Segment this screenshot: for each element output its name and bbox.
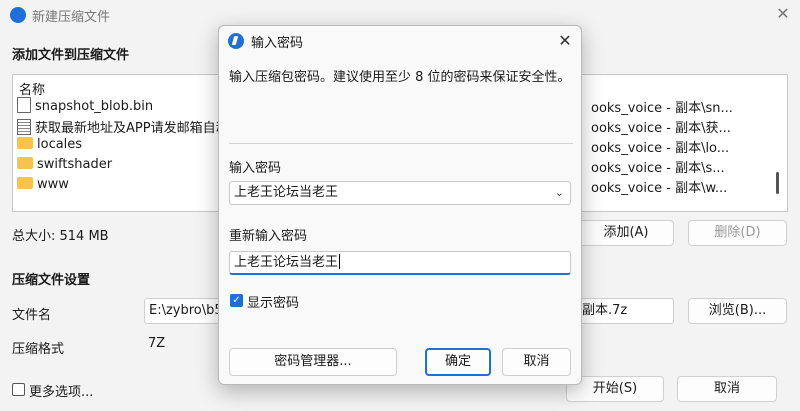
total-size: 总大小: 514 MB (12, 229, 109, 244)
ok-button[interactable]: 确定 (425, 348, 491, 376)
app-logo-icon (10, 7, 26, 23)
filename-input-tail[interactable]: 副本.7z (578, 298, 674, 324)
filename-input[interactable]: E:\zybro\b5 (144, 298, 220, 324)
dialog-title: 输入密码 (251, 36, 304, 51)
delete-button[interactable]: 删除(D) (688, 220, 787, 246)
folder-icon (17, 157, 33, 169)
file-name: www (37, 177, 69, 192)
file-path: ooks_voice - 副本\s... (591, 161, 725, 176)
text-document-icon (17, 119, 31, 135)
document-icon (17, 97, 31, 113)
more-options-label[interactable]: 更多选项... (29, 381, 93, 400)
list-item[interactable]: snapshot_blob.bin (17, 97, 153, 117)
list-item[interactable]: www (17, 177, 69, 197)
column-header-name[interactable]: 名称 (19, 79, 45, 98)
file-name: swiftshader (37, 157, 113, 172)
password-combobox[interactable]: 上老王论坛当老王 ⌄ (229, 181, 571, 205)
confirm-password-value: 上老王论坛当老王 (234, 255, 339, 270)
file-name: snapshot_blob.bin (35, 99, 154, 114)
password-dialog: 输入密码 ✕ 输入压缩包密码。建议使用至少 8 位的密码来保证安全性。 输入密码… (218, 25, 582, 385)
confirm-password-label: 重新输入密码 (229, 229, 308, 244)
filename-label: 文件名 (12, 308, 52, 323)
divider (229, 143, 573, 144)
folder-icon (17, 177, 33, 189)
dialog-close-icon[interactable]: ✕ (555, 31, 575, 51)
list-item[interactable]: swiftshader (17, 157, 112, 177)
file-path: ooks_voice - 副本\sn... (591, 101, 733, 116)
add-files-section-title: 添加文件到压缩文件 (12, 48, 130, 63)
format-label: 压缩格式 (12, 342, 65, 357)
file-name: 获取最新地址及APP请发邮箱自动 (35, 121, 223, 136)
file-name: locales (37, 137, 83, 152)
cancel-button[interactable]: 取消 (677, 376, 777, 402)
format-select[interactable]: 7Z (144, 332, 220, 358)
more-options-checkbox[interactable] (12, 383, 25, 396)
browse-button[interactable]: 浏览(B)... (688, 298, 787, 324)
folder-icon (17, 137, 33, 149)
password-value: 上老王论坛当老王 (234, 185, 339, 200)
list-scrollbar-thumb[interactable] (776, 172, 779, 194)
file-path: ooks_voice - 副本\w... (591, 181, 728, 196)
dialog-titlebar: 输入密码 ✕ (219, 26, 581, 56)
add-button[interactable]: 添加(A) (578, 220, 674, 246)
text-caret (339, 254, 341, 269)
settings-section-title: 压缩文件设置 (12, 273, 91, 288)
file-path: ooks_voice - 副本\lo... (591, 141, 730, 156)
confirm-password-input[interactable]: 上老王论坛当老王 (229, 251, 571, 275)
window-close-icon[interactable]: ✕ (774, 5, 792, 23)
file-path: ooks_voice - 副本\获... (591, 121, 731, 136)
chevron-down-icon[interactable]: ⌄ (555, 182, 564, 204)
app-logo-icon (228, 33, 244, 49)
show-password-label[interactable]: 显示密码 (247, 292, 299, 311)
password-manager-button[interactable]: 密码管理器... (229, 348, 397, 376)
list-item[interactable]: 获取最新地址及APP请发邮箱自动 (17, 117, 223, 137)
dialog-description: 输入压缩包密码。建议使用至少 8 位的密码来保证安全性。 (229, 70, 571, 85)
password-label: 输入密码 (229, 161, 282, 176)
window-title: 新建压缩文件 (32, 10, 111, 25)
dialog-cancel-button[interactable]: 取消 (502, 348, 571, 376)
show-password-checkbox[interactable]: ✓ (230, 294, 243, 307)
list-item[interactable]: locales (17, 137, 82, 157)
